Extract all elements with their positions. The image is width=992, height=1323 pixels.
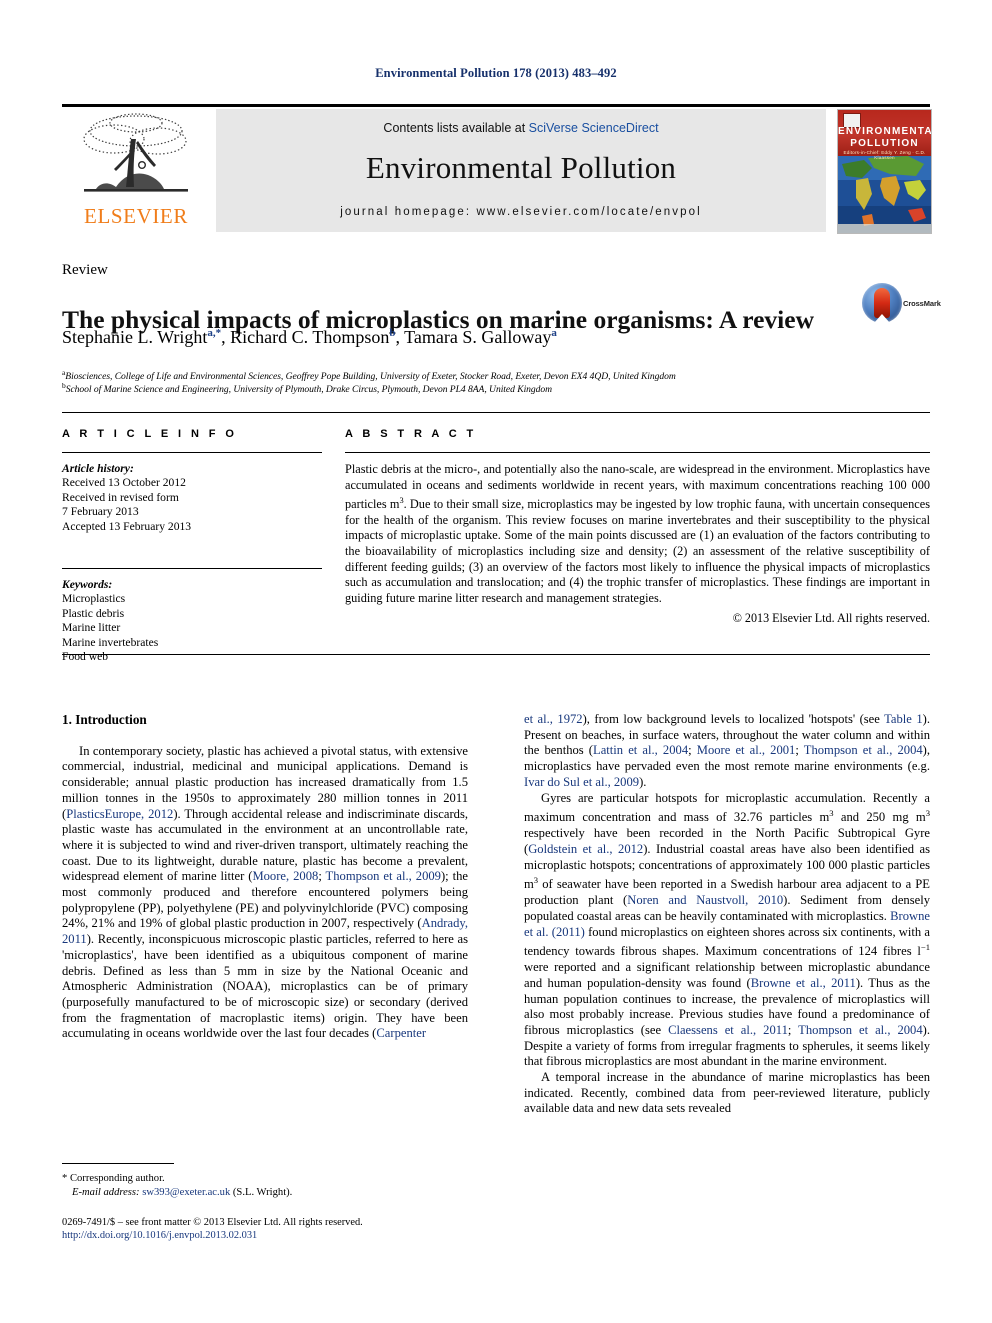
keyword-item: Plastic debris bbox=[62, 606, 125, 620]
citation-link[interactable]: Moore et al., 2001 bbox=[697, 743, 796, 757]
author-name: Richard C. Thompson bbox=[230, 327, 390, 347]
citation-link[interactable]: Lattin et al., 2004 bbox=[593, 743, 688, 757]
world-map-graphic bbox=[838, 154, 931, 233]
abstract-copyright: © 2013 Elsevier Ltd. All rights reserved… bbox=[732, 611, 930, 626]
author-marks: b bbox=[389, 327, 396, 339]
citation-link[interactable]: Noren and Naustvoll, 2010 bbox=[627, 893, 783, 907]
author-marks: a,* bbox=[207, 327, 222, 339]
contents-available-line: Contents lists available at SciVerse Sci… bbox=[216, 109, 826, 135]
text-run: and 250 mg m bbox=[833, 810, 926, 825]
masthead-panel: Contents lists available at SciVerse Sci… bbox=[216, 109, 826, 232]
elsevier-logo: ELSEVIER bbox=[62, 109, 210, 232]
abstract-column: A B S T R A C T Plastic debris at the mi… bbox=[345, 428, 930, 626]
citation-link[interactable]: PlasticsEurope, 2012 bbox=[66, 807, 173, 821]
history-item: 7 February 2013 bbox=[62, 505, 139, 519]
body-column-left: 1. Introduction In contemporary society,… bbox=[62, 712, 468, 1042]
article-type: Review bbox=[62, 262, 108, 278]
section-title-introduction: 1. Introduction bbox=[62, 712, 147, 727]
text-run: ). Recently, inconspicuous microscopic p… bbox=[62, 932, 468, 1041]
elsevier-tree-icon bbox=[83, 113, 188, 192]
crossmark-icon bbox=[862, 283, 902, 323]
citation-link[interactable]: Claessens et al., 2011 bbox=[668, 1023, 788, 1037]
crossmark-label: CrossMark bbox=[903, 299, 941, 308]
email-owner: (S.L. Wright). bbox=[232, 1186, 293, 1198]
abstract-heading: A B S T R A C T bbox=[345, 428, 477, 440]
keyword-item: Microplastics bbox=[62, 592, 126, 606]
masthead-top-rule bbox=[62, 104, 930, 107]
article-info-heading: A R T I C L E I N F O bbox=[62, 428, 238, 440]
table-link[interactable]: Table 1 bbox=[884, 712, 923, 726]
citation-link[interactable]: Thompson et al., 2004 bbox=[804, 743, 923, 757]
doi-link[interactable]: http://dx.doi.org/10.1016/j.envpol.2013.… bbox=[62, 1229, 492, 1242]
history-item: Accepted 13 February 2013 bbox=[62, 519, 192, 533]
citation-link[interactable]: Thompson et al., 2009 bbox=[326, 869, 441, 883]
footnote-separator bbox=[62, 1163, 174, 1164]
elsevier-wordmark: ELSEVIER bbox=[84, 204, 188, 228]
text-run: found microplastics on eighteen shores a… bbox=[524, 924, 930, 959]
imprint-line: 0269-7491/$ – see front matter © 2013 El… bbox=[62, 1217, 363, 1228]
affiliation-text: School of Marine Science and Engineering… bbox=[65, 384, 553, 396]
keywords-label: Keywords: bbox=[62, 578, 113, 592]
cover-editors-line: Editors-in-Chief: Eddy Y. Zeng · C.D. Kl… bbox=[843, 150, 926, 160]
author-name: Stephanie L. Wright bbox=[62, 327, 208, 347]
citation-link[interactable]: Browne et al., 2011 bbox=[751, 976, 856, 990]
abstract-part-2: . Due to their small size, microplastics… bbox=[345, 497, 930, 605]
keyword-item: Marine litter bbox=[62, 621, 121, 635]
crossmark-notch bbox=[874, 314, 890, 323]
article-info-column: A R T I C L E I N F O Article history: R… bbox=[62, 428, 322, 664]
corresponding-author-note: * Corresponding author. bbox=[62, 1173, 165, 1184]
author-marks: a bbox=[551, 327, 557, 339]
citation-link[interactable]: Ivar do Sul et al., 2009 bbox=[524, 775, 639, 789]
text-run: ; bbox=[787, 1022, 799, 1037]
journal-cover-thumbnail: ENVIRONMENTAL POLLUTION Editors-in-Chief… bbox=[837, 109, 932, 234]
history-item: Received in revised form bbox=[62, 490, 179, 504]
running-head: Environmental Pollution 178 (2013) 483–4… bbox=[375, 66, 617, 80]
affiliation-b: bSchool of Marine Science and Engineerin… bbox=[62, 381, 552, 395]
footnote-block: * Corresponding author. E-mail address: … bbox=[62, 1172, 468, 1199]
author-name: Tamara S. Galloway bbox=[404, 327, 552, 347]
paragraph: et al., 1972), from low background level… bbox=[524, 712, 930, 791]
paragraph: Gyres are particular hotspots for microp… bbox=[524, 791, 930, 1071]
citation-link[interactable]: Thompson et al., 2004 bbox=[798, 1023, 923, 1037]
text-run: ), from low background levels to localiz… bbox=[582, 712, 885, 726]
text-run: ; bbox=[795, 743, 804, 758]
citation-link[interactable]: et al., 1972 bbox=[524, 712, 583, 726]
citation-link[interactable]: Goldstein et al., 2012 bbox=[528, 842, 643, 856]
text-run: ). bbox=[639, 774, 647, 789]
text-run: ; bbox=[688, 743, 697, 758]
history-label: Article history: bbox=[62, 462, 134, 475]
journal-title: Environmental Pollution bbox=[365, 150, 677, 185]
keyword-item: Marine invertebrates bbox=[62, 635, 159, 649]
journal-masthead: ELSEVIER Contents lists available at Sci… bbox=[62, 104, 932, 234]
author-list: Stephanie L. Wrighta,*, Richard C. Thomp… bbox=[62, 327, 557, 347]
cover-title-line1: ENVIRONMENTAL bbox=[838, 126, 932, 137]
journal-homepage[interactable]: journal homepage: www.elsevier.com/locat… bbox=[216, 206, 826, 218]
citation-link[interactable]: Moore, 2008 bbox=[252, 869, 318, 883]
paragraph: In contemporary society, plastic has ach… bbox=[62, 744, 468, 1042]
paragraph: A temporal increase in the abundance of … bbox=[524, 1070, 930, 1116]
crossmark-badge[interactable]: CrossMark bbox=[862, 283, 941, 323]
imprint-block: 0269-7491/$ – see front matter © 2013 El… bbox=[62, 1216, 492, 1243]
history-item: Received 13 October 2012 bbox=[62, 476, 186, 490]
abstract-rule bbox=[345, 452, 930, 453]
info-block-top-rule bbox=[62, 412, 930, 413]
abstract-text: Plastic debris at the micro-, and potent… bbox=[345, 462, 930, 606]
paper-page: Environmental Pollution 178 (2013) 483–4… bbox=[0, 0, 992, 1323]
keyword-item: Food web bbox=[62, 650, 109, 664]
email-link[interactable]: sw393@exeter.ac.uk bbox=[142, 1187, 230, 1198]
citation-link[interactable]: Carpenter bbox=[376, 1026, 426, 1040]
email-label: E-mail address: bbox=[72, 1186, 140, 1198]
cover-title-line2: POLLUTION bbox=[850, 138, 919, 149]
email-note: E-mail address: sw393@exeter.ac.uk (S.L.… bbox=[62, 1186, 468, 1200]
text-run: ; bbox=[318, 869, 326, 884]
body-column-right: et al., 1972), from low background level… bbox=[524, 712, 930, 1117]
article-info-rule bbox=[62, 452, 322, 453]
keywords-rule bbox=[62, 568, 322, 570]
superscript: 3 bbox=[925, 808, 930, 819]
sciencedirect-link[interactable]: SciVerse ScienceDirect bbox=[529, 121, 659, 135]
superscript: −1 bbox=[920, 942, 930, 953]
info-block-bottom-rule bbox=[62, 654, 930, 655]
contents-prefix: Contents lists available at bbox=[383, 121, 529, 135]
